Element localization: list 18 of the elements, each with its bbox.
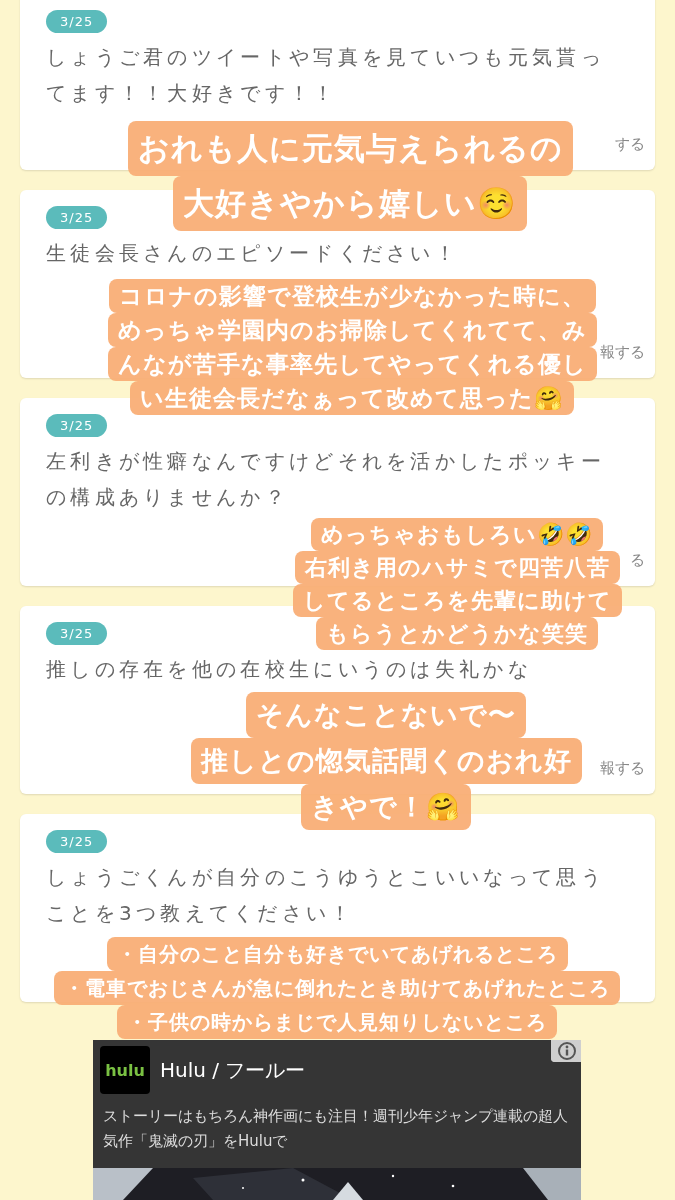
question-text: 左利きが性癖なんですけどそれを活かしたポッキーの構成ありませんか？ [46,448,606,511]
question-text: 生徒会長さんのエピソードください！ [46,240,461,267]
report-link[interactable]: する [615,135,645,154]
report-link[interactable]: る [630,551,645,570]
date-badge: 3/25 [46,414,108,437]
ad-description: ストーリーはもちろん神作画にも注目！週刊少年ジャンプ連載の超人気作「鬼滅の刃」をHuluで [102,1106,569,1152]
report-link[interactable]: 報する [600,343,645,362]
logo: hulu [100,1046,150,1094]
date-badge: 3/25 [46,622,108,645]
question-text: 推しの存在を他の在校生にいうのは失礼かな [46,656,533,683]
date-badge: 3/25 [46,830,108,853]
date-badge: 3/25 [46,10,108,33]
question-text: しょうご君のツイートや写真を見ていつも元気貰ってます！！大好きです！！ [46,44,606,107]
ad-title: Hulu / フールー [160,1056,306,1084]
ad-banner[interactable]: hulu Hulu / フールー ストーリーはもちろん神作画にも注目！週刊少年ジャンプ連載の超人気作「鬼滅の刃」をHuluで [93,1040,581,1200]
date-badge: 3/25 [46,206,108,229]
report-link[interactable]: 報する [600,759,645,778]
question-text: しょうごくんが自分のこうゆうとこいいなって思うことを3つ教えてください！ [46,864,606,927]
